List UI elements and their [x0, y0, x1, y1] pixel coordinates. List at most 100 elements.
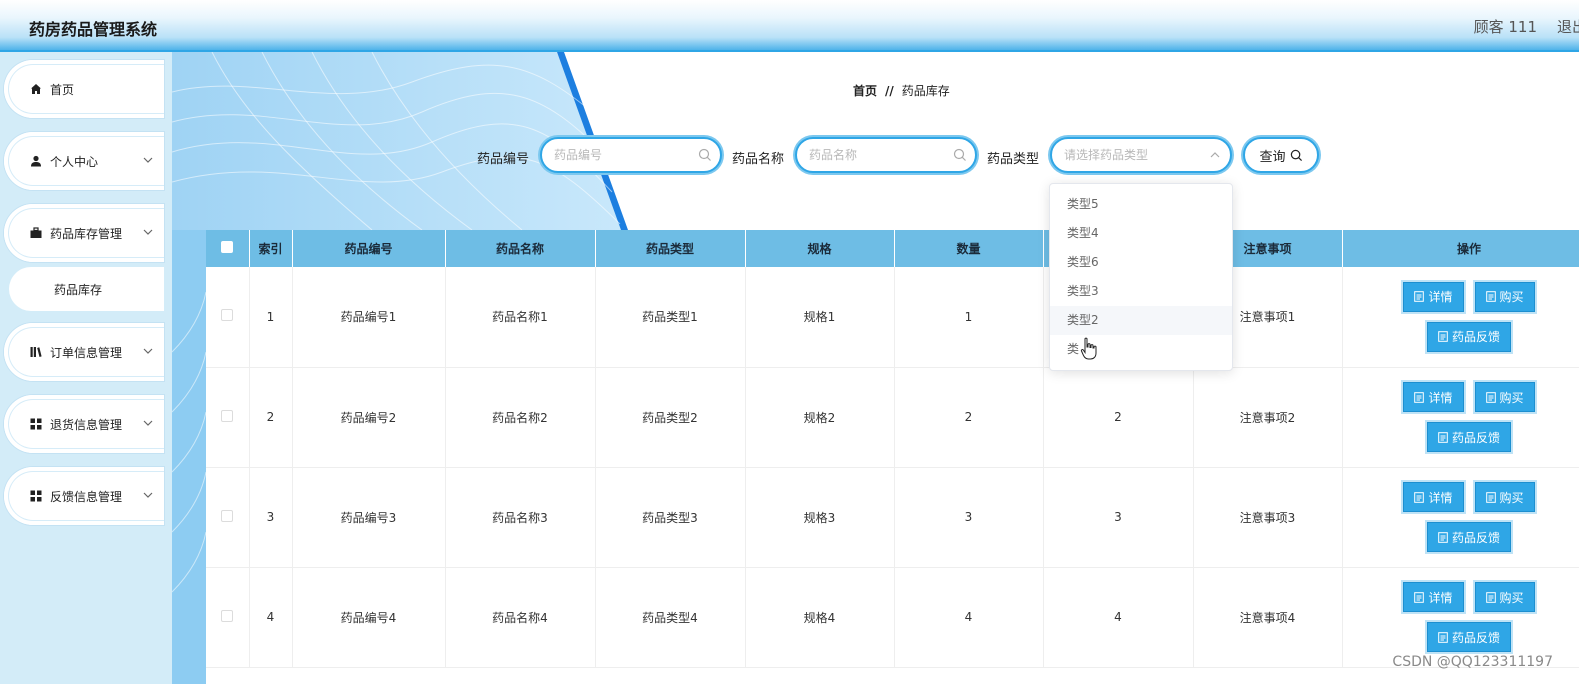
column-header: 药品编号 — [292, 230, 446, 267]
row-checkbox[interactable] — [221, 509, 234, 522]
sidebar-item-label: 反馈信息管理 — [50, 489, 123, 504]
sidebar-item-order-management[interactable]: 订单信息管理 — [4, 323, 164, 381]
row-checkbox[interactable] — [221, 309, 234, 322]
dropdown-option[interactable]: 类型4 — [1050, 219, 1232, 248]
dropdown-option[interactable]: 类型6 — [1050, 248, 1232, 277]
feedback-button[interactable]: 药品反馈 — [1426, 522, 1511, 552]
select-all-checkbox[interactable] — [221, 241, 234, 253]
sidebar-item-label: 药品库存管理 — [50, 226, 123, 241]
document-icon — [1485, 391, 1496, 403]
cell-quantity: 2 — [894, 367, 1044, 468]
detail-button[interactable]: 详情 — [1403, 281, 1464, 312]
inventory-table: 索引 药品编号 药品名称 药品类型 规格 数量 注意事项 操作 1 药品编号1 … — [206, 230, 1579, 668]
buy-button[interactable]: 购买 — [1474, 382, 1535, 412]
cell-code: 药品编号3 — [292, 467, 446, 568]
search-icon — [953, 148, 966, 161]
cell-actions: 详情 购买 药品反馈 — [1342, 267, 1579, 368]
code-input[interactable] — [554, 145, 694, 165]
watermark: CSDN @QQ123311197 — [1392, 654, 1553, 670]
dropdown-option[interactable]: 类型3 — [1050, 277, 1232, 306]
cell-spec: 规格4 — [745, 567, 895, 668]
cell-type: 药品类型2 — [595, 367, 746, 468]
name-label: 药品名称 — [732, 152, 785, 167]
top-bar: 药房药品管理系统 顾客 111 退出 — [0, 0, 1579, 52]
cell-spec: 规格1 — [745, 267, 895, 368]
grid-icon — [30, 490, 42, 502]
buy-button[interactable]: 购买 — [1474, 482, 1535, 512]
chevron-down-icon — [143, 348, 153, 354]
home-icon — [30, 83, 42, 95]
logout-link[interactable]: 退出 — [1557, 16, 1579, 37]
feedback-button[interactable]: 药品反馈 — [1426, 422, 1511, 452]
cell-actions: 详情 购买 药品反馈 — [1342, 467, 1579, 568]
type-label: 药品类型 — [987, 152, 1040, 167]
dropdown-option[interactable]: 类 — [1050, 335, 1232, 364]
detail-label: 详情 — [1428, 390, 1453, 405]
user-area: 顾客 111 退出 — [1474, 16, 1579, 37]
buy-label: 购买 — [1499, 490, 1524, 505]
detail-label: 详情 — [1428, 290, 1453, 305]
sidebar: 首页 个人中心 药品库存管理 药品库存 订单信息管理 退货信息管理 反馈信息管理 — [0, 52, 172, 684]
hand-cursor-icon — [1080, 337, 1097, 360]
cell-col7: 2 — [1043, 367, 1194, 468]
chevron-up-icon — [1210, 152, 1220, 158]
cell-actions: 详情 购买 药品反馈 — [1342, 567, 1579, 668]
breadcrumb-home[interactable]: 首页 — [853, 84, 877, 98]
breadcrumb-current: 药品库存 — [901, 84, 950, 98]
cell-index: 3 — [249, 467, 293, 568]
feedback-label: 药品反馈 — [1451, 630, 1500, 645]
table-header-row: 索引 药品编号 药品名称 药品类型 规格 数量 注意事项 操作 — [206, 230, 1579, 267]
cell-note: 注意事项3 — [1193, 467, 1343, 568]
cell-index: 4 — [249, 567, 293, 668]
dropdown-option[interactable]: 类型5 — [1050, 190, 1232, 219]
detail-button[interactable]: 详情 — [1403, 382, 1464, 412]
sidebar-subitem-inventory[interactable]: 药品库存 — [9, 267, 164, 311]
sidebar-item-return-management[interactable]: 退货信息管理 — [4, 395, 164, 453]
feedback-label: 药品反馈 — [1451, 530, 1500, 545]
name-input[interactable] — [809, 145, 949, 165]
buy-button[interactable]: 购买 — [1474, 582, 1535, 612]
detail-label: 详情 — [1428, 590, 1453, 605]
name-search-field[interactable] — [795, 137, 977, 173]
cell-index: 2 — [249, 367, 293, 468]
search-icon — [698, 148, 711, 161]
sidebar-item-inventory-management[interactable]: 药品库存管理 — [4, 204, 164, 262]
dropdown-option-hovered[interactable]: 类型2 — [1050, 306, 1232, 335]
feedback-label: 药品反馈 — [1451, 330, 1500, 345]
buy-button[interactable]: 购买 — [1474, 281, 1535, 312]
detail-button[interactable]: 详情 — [1403, 482, 1464, 512]
buy-label: 购买 — [1499, 290, 1524, 305]
user-name: 顾客 111 — [1473, 18, 1537, 36]
document-icon — [1485, 291, 1496, 303]
document-icon — [1438, 631, 1448, 643]
chevron-down-icon — [143, 420, 153, 426]
document-icon — [1438, 331, 1448, 343]
type-select[interactable] — [1050, 137, 1232, 173]
query-button-label: 查询 — [1259, 149, 1286, 165]
sidebar-item-personal-center[interactable]: 个人中心 — [4, 132, 164, 190]
sidebar-item-label: 个人中心 — [50, 154, 99, 169]
user-icon — [30, 155, 42, 167]
code-search-field[interactable] — [540, 137, 722, 173]
feedback-button[interactable]: 药品反馈 — [1426, 622, 1511, 652]
type-dropdown: 类型5 类型4 类型6 类型3 类型2 类 — [1049, 183, 1233, 371]
chevron-down-icon — [143, 492, 153, 498]
row-checkbox[interactable] — [221, 409, 234, 422]
main-content: 首页 // 药品库存 药品编号 药品名称 药品类型 查询 — [172, 52, 1579, 684]
search-icon — [1290, 149, 1302, 161]
column-header: 索引 — [249, 230, 293, 267]
row-checkbox[interactable] — [221, 609, 234, 622]
detail-label: 详情 — [1428, 490, 1453, 505]
document-icon — [1414, 491, 1425, 503]
cell-code: 药品编号2 — [292, 367, 446, 468]
cell-name: 药品名称2 — [445, 367, 596, 468]
cell-spec: 规格3 — [745, 467, 895, 568]
query-button[interactable]: 查询 — [1243, 137, 1319, 173]
sidebar-item-home[interactable]: 首页 — [4, 60, 164, 118]
cell-type: 药品类型1 — [595, 267, 746, 368]
type-select-input[interactable] — [1064, 145, 1204, 165]
feedback-button[interactable]: 药品反馈 — [1426, 321, 1511, 352]
cell-quantity: 1 — [894, 267, 1044, 368]
sidebar-item-feedback-management[interactable]: 反馈信息管理 — [4, 467, 164, 525]
detail-button[interactable]: 详情 — [1403, 582, 1464, 612]
